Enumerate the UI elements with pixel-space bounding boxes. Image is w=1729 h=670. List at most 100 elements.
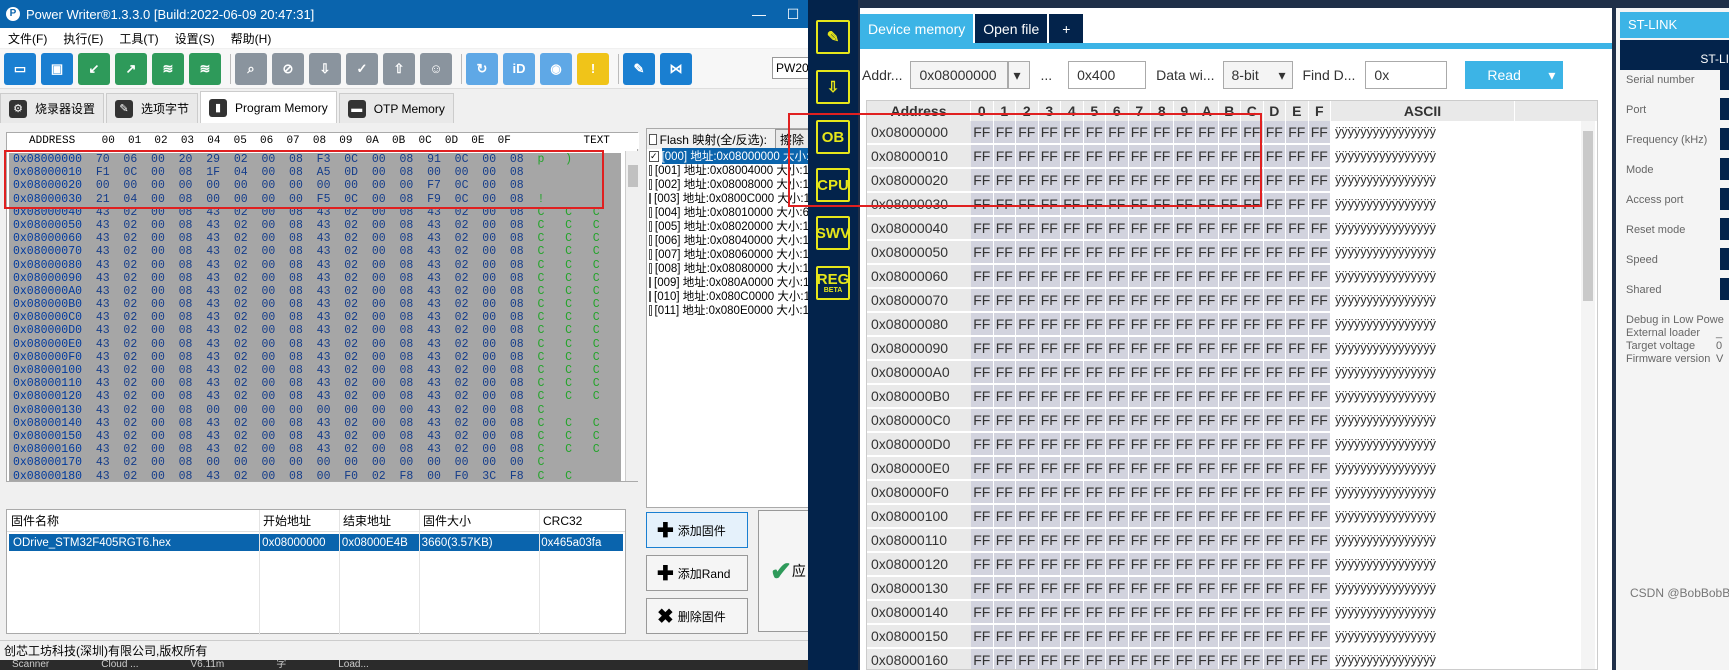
byte-cell[interactable]: FF: [1286, 337, 1309, 361]
menu-file[interactable]: 文件(F): [0, 30, 55, 47]
byte-cell[interactable]: FF: [1083, 337, 1106, 361]
byte-cell[interactable]: FF: [1286, 505, 1309, 529]
tab-otp-memory[interactable]: ▬ OTP Memory: [338, 93, 454, 123]
byte-cell[interactable]: FF: [1151, 553, 1174, 577]
byte-cell[interactable]: FF: [1083, 649, 1106, 669]
tab-device-memory[interactable]: Device memory: [860, 14, 974, 44]
menu-execute[interactable]: 执行(E): [55, 30, 111, 47]
byte-cell[interactable]: FF: [1173, 649, 1196, 669]
flash-checkbox[interactable]: ✓: [649, 150, 659, 162]
byte-cell[interactable]: FF: [1083, 265, 1106, 289]
byte-cell[interactable]: FF: [1241, 649, 1264, 669]
flash-checkbox[interactable]: [649, 192, 651, 204]
byte-cell[interactable]: FF: [1286, 361, 1309, 385]
byte-cell[interactable]: FF: [1083, 385, 1106, 409]
read-button[interactable]: Read ▾: [1465, 61, 1564, 89]
flash-item[interactable]: [007] 地址:0x08060000 大小:1: [647, 247, 809, 261]
byte-cell[interactable]: FF: [1241, 529, 1264, 553]
byte-cell[interactable]: FF: [1083, 433, 1106, 457]
byte-cell[interactable]: FF: [1218, 625, 1241, 649]
byte-cell[interactable]: FF: [1308, 433, 1331, 457]
byte-cell[interactable]: FF: [1128, 361, 1151, 385]
byte-cell[interactable]: FF: [1308, 145, 1331, 169]
byte-cell[interactable]: FF: [971, 289, 994, 313]
byte-cell[interactable]: FF: [1038, 577, 1061, 601]
byte-cell[interactable]: FF: [1173, 433, 1196, 457]
data-width-select[interactable]: 8-bit ▾: [1222, 61, 1293, 89]
taskbar-item[interactable]: V6.11m: [191, 660, 225, 670]
byte-cell[interactable]: FF: [1061, 433, 1084, 457]
byte-cell[interactable]: FF: [1286, 313, 1309, 337]
stlink-setting-control[interactable]: [1720, 218, 1729, 240]
byte-cell[interactable]: FF: [1241, 481, 1264, 505]
robot-icon[interactable]: ☺: [420, 52, 452, 85]
byte-cell[interactable]: FF: [1061, 241, 1084, 265]
byte-cell[interactable]: FF: [1128, 601, 1151, 625]
byte-cell[interactable]: FF: [1061, 529, 1084, 553]
byte-cell[interactable]: FF: [1218, 601, 1241, 625]
select-all-checkbox[interactable]: [649, 133, 657, 145]
byte-cell[interactable]: FF: [1308, 217, 1331, 241]
byte-cell[interactable]: FF: [1061, 625, 1084, 649]
byte-cell[interactable]: FF: [993, 553, 1016, 577]
byte-cell[interactable]: FF: [1308, 625, 1331, 649]
byte-cell[interactable]: FF: [1106, 625, 1129, 649]
byte-cell[interactable]: FF: [993, 481, 1016, 505]
byte-cell[interactable]: FF: [1263, 265, 1286, 289]
byte-cell[interactable]: FF: [1196, 529, 1219, 553]
byte-cell[interactable]: FF: [1241, 361, 1264, 385]
byte-cell[interactable]: FF: [1038, 289, 1061, 313]
byte-cell[interactable]: FF: [1038, 241, 1061, 265]
tab-add[interactable]: +: [1049, 14, 1084, 44]
byte-cell[interactable]: FF: [1128, 265, 1151, 289]
byte-cell[interactable]: FF: [1196, 553, 1219, 577]
byte-cell[interactable]: FF: [1263, 145, 1286, 169]
byte-cell[interactable]: FF: [971, 409, 994, 433]
stlink-setting-control[interactable]: [1720, 68, 1729, 90]
byte-cell[interactable]: FF: [1151, 217, 1174, 241]
byte-cell[interactable]: FF: [1151, 361, 1174, 385]
byte-cell[interactable]: FF: [1286, 145, 1309, 169]
byte-cell[interactable]: FF: [1061, 553, 1084, 577]
byte-cell[interactable]: FF: [1016, 433, 1039, 457]
byte-cell[interactable]: FF: [1196, 217, 1219, 241]
byte-cell[interactable]: FF: [1196, 457, 1219, 481]
byte-cell[interactable]: FF: [1196, 337, 1219, 361]
byte-cell[interactable]: FF: [1016, 481, 1039, 505]
flash-item[interactable]: [010] 地址:0x080C0000 大小:1: [647, 289, 809, 303]
byte-cell[interactable]: FF: [1196, 577, 1219, 601]
byte-cell[interactable]: FF: [971, 385, 994, 409]
swv-icon[interactable]: SWV: [816, 216, 850, 250]
byte-cell[interactable]: FF: [1128, 577, 1151, 601]
byte-cell[interactable]: FF: [1241, 457, 1264, 481]
byte-cell[interactable]: FF: [1218, 217, 1241, 241]
erase-icon[interactable]: ⊘: [272, 52, 304, 85]
byte-cell[interactable]: FF: [1173, 241, 1196, 265]
byte-cell[interactable]: FF: [1016, 361, 1039, 385]
byte-cell[interactable]: FF: [1016, 577, 1039, 601]
stlink-setting-control[interactable]: [1720, 188, 1729, 210]
byte-cell[interactable]: FF: [993, 265, 1016, 289]
menu-tools[interactable]: 工具(T): [111, 30, 166, 47]
byte-cell[interactable]: FF: [1173, 577, 1196, 601]
byte-cell[interactable]: FF: [1016, 505, 1039, 529]
byte-cell[interactable]: FF: [1038, 217, 1061, 241]
byte-cell[interactable]: FF: [1106, 433, 1129, 457]
byte-cell[interactable]: FF: [1196, 505, 1219, 529]
byte-cell[interactable]: FF: [971, 601, 994, 625]
byte-cell[interactable]: FF: [1151, 601, 1174, 625]
byte-cell[interactable]: FF: [1128, 457, 1151, 481]
delete-firmware-button[interactable]: ✖ 删除固件: [646, 598, 748, 634]
byte-cell[interactable]: FF: [1241, 505, 1264, 529]
byte-cell[interactable]: FF: [1038, 433, 1061, 457]
byte-cell[interactable]: FF: [1263, 577, 1286, 601]
flash-checkbox[interactable]: [649, 304, 652, 316]
byte-cell[interactable]: FF: [1016, 241, 1039, 265]
byte-cell[interactable]: FF: [1263, 505, 1286, 529]
byte-cell[interactable]: FF: [993, 529, 1016, 553]
byte-cell[interactable]: FF: [1061, 289, 1084, 313]
layers-add-icon[interactable]: ≋: [189, 52, 221, 85]
byte-cell[interactable]: FF: [1173, 265, 1196, 289]
byte-cell[interactable]: FF: [1218, 241, 1241, 265]
byte-cell[interactable]: FF: [1038, 553, 1061, 577]
